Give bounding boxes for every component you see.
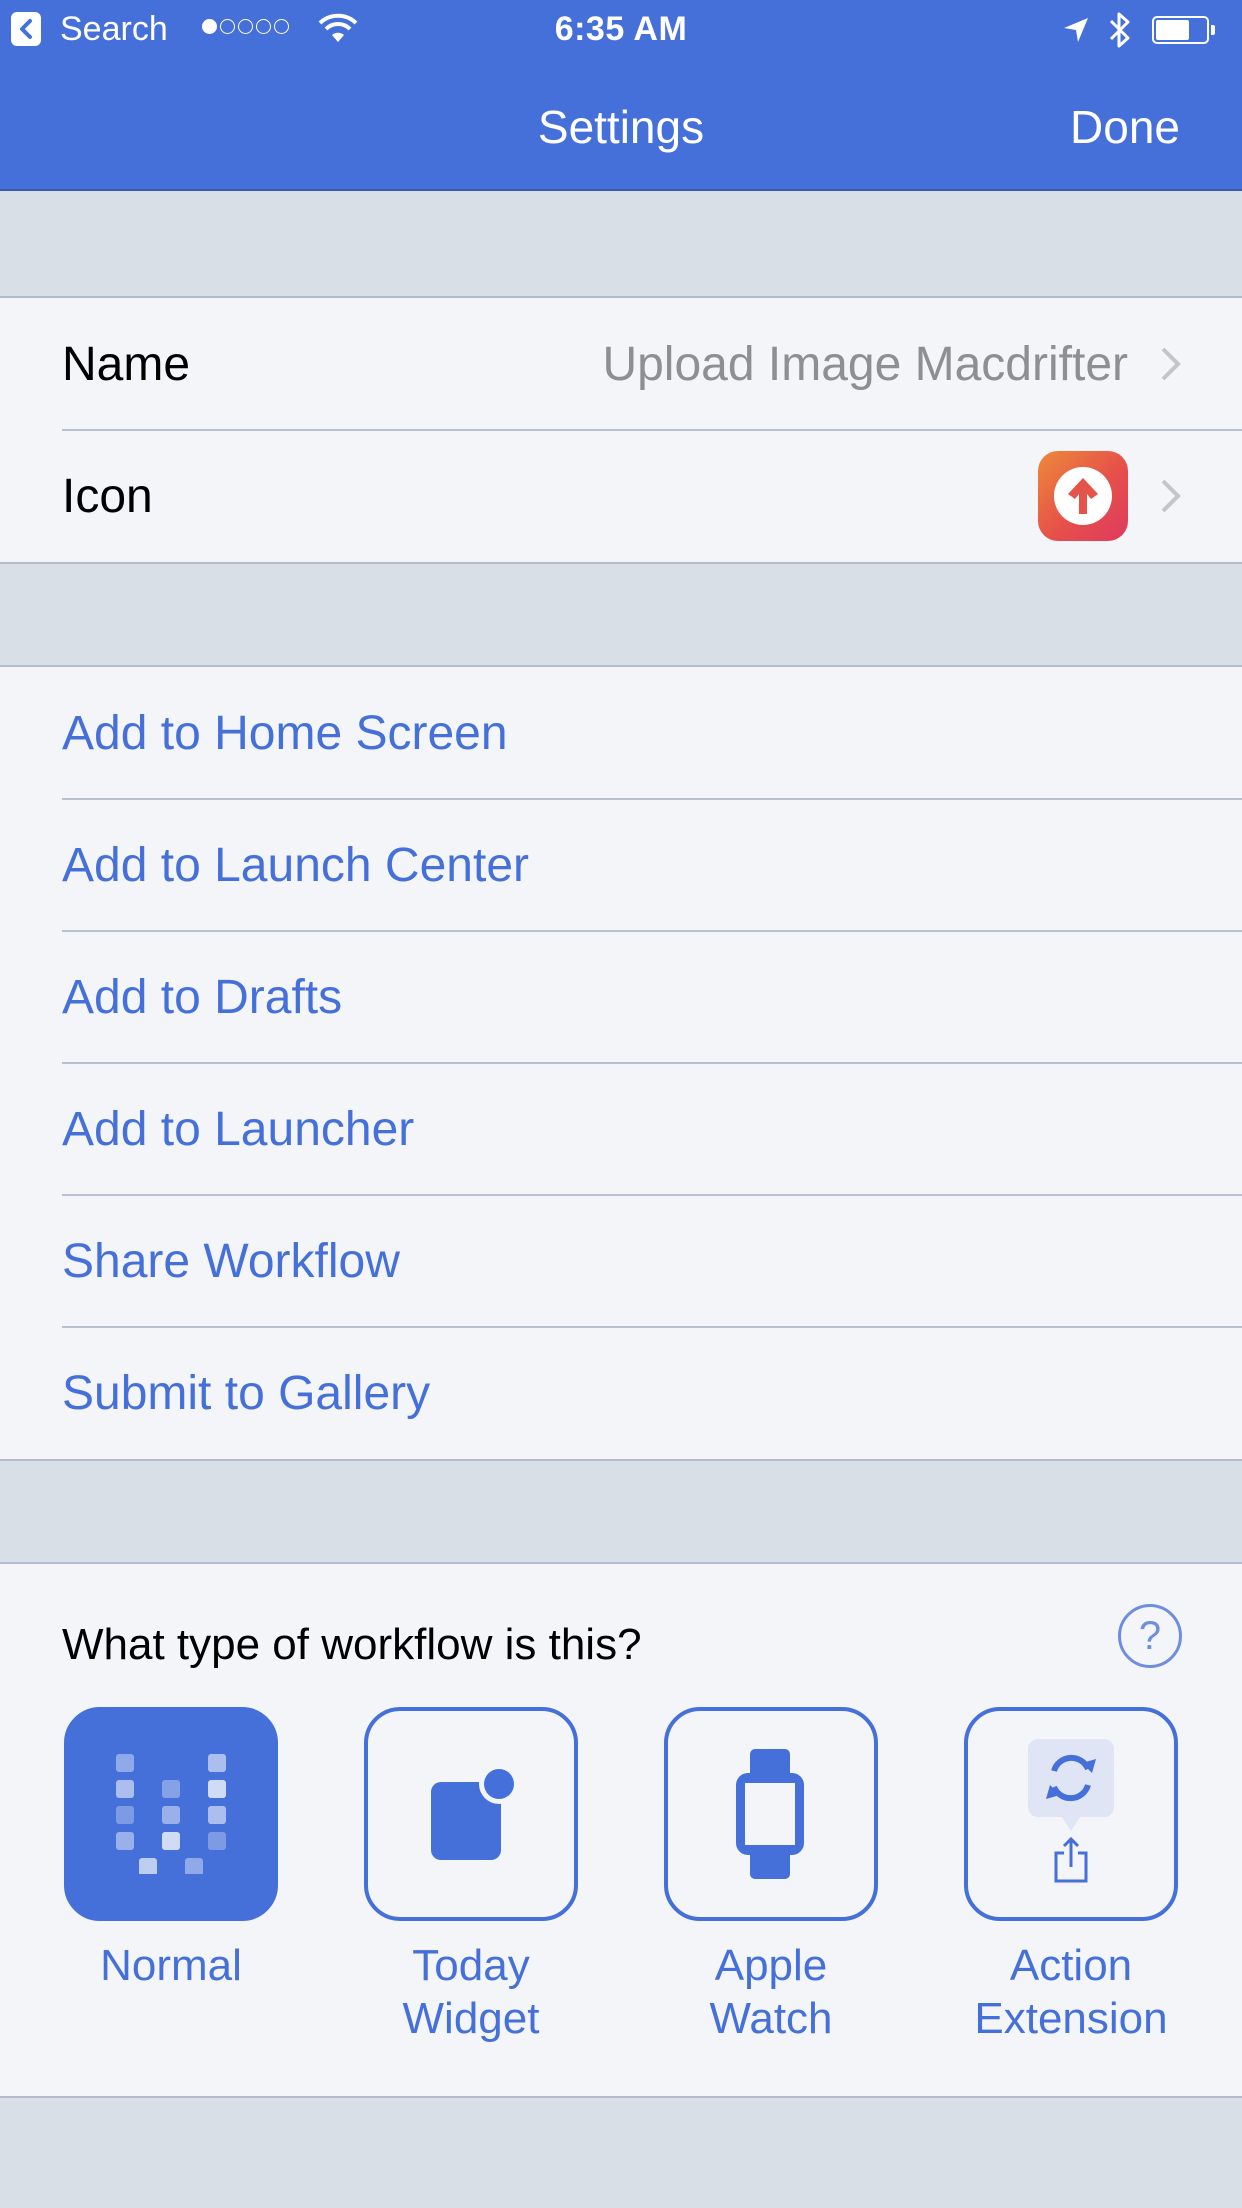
workflow-app-icon: [1038, 451, 1128, 541]
actions-group: Add to Home Screen Add to Launch Center …: [0, 665, 1242, 1461]
action-label: Add to Home Screen: [62, 706, 508, 760]
icon-row[interactable]: Icon: [0, 429, 1242, 562]
action-label: Share Workflow: [62, 1234, 400, 1288]
name-row[interactable]: Name Upload Image Macdrifter: [0, 298, 1242, 430]
navigation-bar: Search 6:35 AM Settings Done: [0, 0, 1242, 191]
type-normal-option[interactable]: [64, 1707, 278, 1921]
action-extension-icon: [1028, 1739, 1114, 1883]
type-normal-label: Normal: [100, 1941, 242, 1990]
today-widget-icon: [431, 1766, 519, 1860]
action-label: Add to Drafts: [62, 970, 343, 1024]
type-action-extension-option[interactable]: [964, 1707, 1178, 1921]
chevron-right-icon: [1161, 479, 1181, 513]
add-to-drafts-button[interactable]: Add to Drafts: [0, 930, 1242, 1063]
chevron-right-icon: [1161, 347, 1181, 381]
workflow-type-group: What type of workflow is this? ? Normal: [0, 1562, 1242, 2098]
name-value: Upload Image Macdrifter: [602, 337, 1128, 391]
battery-tip: [1211, 25, 1215, 35]
workflow-type-question: What type of workflow is this?: [62, 1620, 642, 1669]
add-to-launch-center-button[interactable]: Add to Launch Center: [0, 798, 1242, 931]
action-label: Add to Launch Center: [62, 838, 529, 892]
info-group: Name Upload Image Macdrifter Icon: [0, 296, 1242, 564]
type-action-extension-label: Action Extension: [974, 1941, 1168, 2043]
name-label: Name: [62, 337, 191, 391]
share-workflow-button[interactable]: Share Workflow: [0, 1194, 1242, 1327]
help-button[interactable]: ?: [1118, 1604, 1182, 1668]
type-today-widget-label: Today Widget: [402, 1941, 540, 2043]
action-label: Add to Launcher: [62, 1102, 415, 1156]
bluetooth-icon: [1109, 12, 1130, 48]
apple-watch-icon: [736, 1749, 804, 1879]
icon-label: Icon: [62, 469, 153, 523]
done-button[interactable]: Done: [1070, 100, 1180, 154]
workflow-logo-icon: [116, 1754, 226, 1874]
status-time: 6:35 AM: [554, 10, 688, 48]
type-apple-watch-label: Apple Watch: [709, 1941, 833, 2043]
add-to-home-screen-button[interactable]: Add to Home Screen: [0, 667, 1242, 799]
add-to-launcher-button[interactable]: Add to Launcher: [0, 1062, 1242, 1195]
battery-level: [1156, 20, 1190, 40]
action-label: Submit to Gallery: [62, 1366, 431, 1420]
submit-to-gallery-button[interactable]: Submit to Gallery: [0, 1326, 1242, 1459]
type-today-widget-option[interactable]: [364, 1707, 578, 1921]
status-bar: Search 6:35 AM: [0, 0, 1242, 60]
upload-arrow-icon: [1054, 467, 1112, 525]
type-apple-watch-option[interactable]: [664, 1707, 878, 1921]
page-title: Settings: [537, 101, 705, 153]
battery-icon: [1152, 16, 1209, 44]
location-icon: [1064, 18, 1088, 42]
